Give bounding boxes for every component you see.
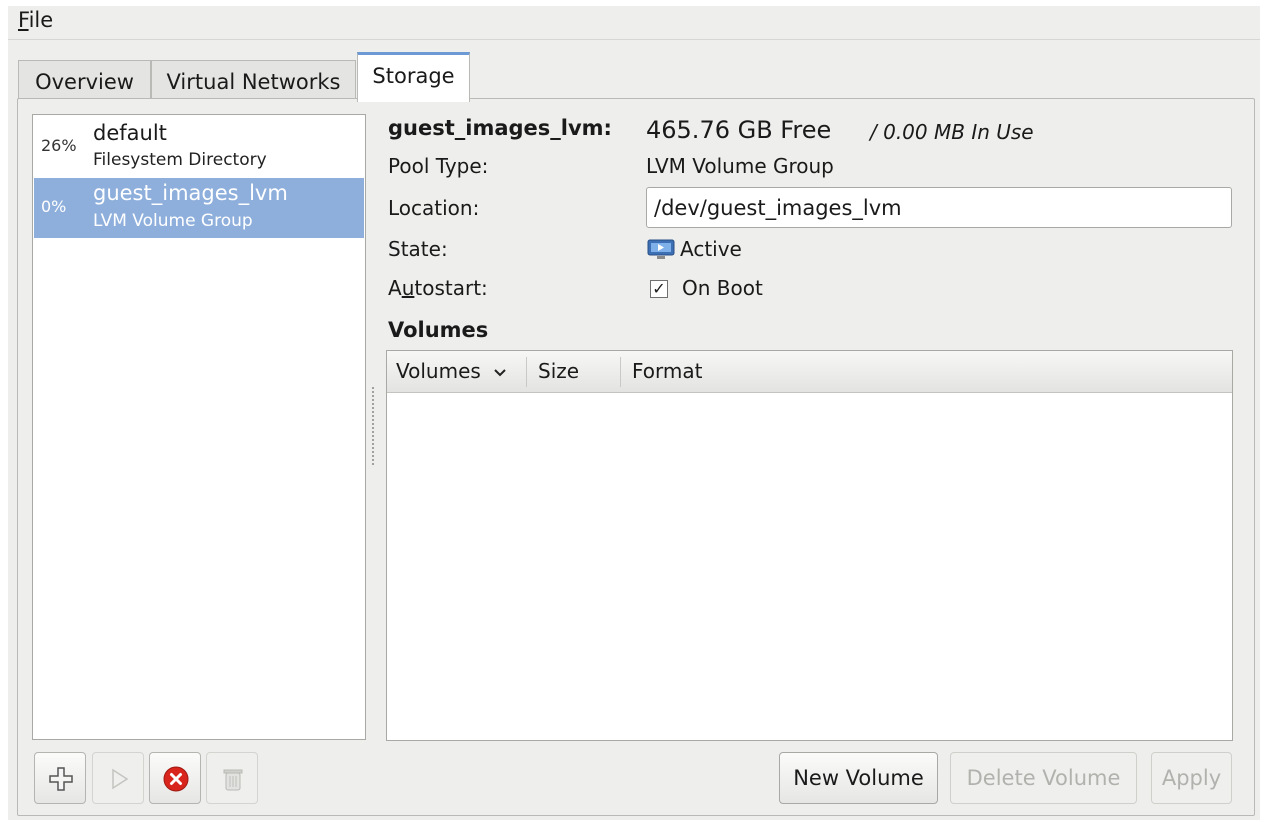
state-label: State:: [388, 237, 448, 261]
pool-usage-percent: 26%: [41, 136, 77, 155]
pool-type: LVM Volume Group: [93, 211, 253, 231]
app-window: File Overview Virtual Networks Storage 2…: [8, 6, 1260, 820]
stop-pool-button[interactable]: [149, 752, 201, 804]
column-header-size[interactable]: Size: [538, 351, 579, 393]
column-header-format[interactable]: Format: [632, 351, 702, 393]
autostart-label: Autostart:: [388, 276, 488, 300]
pool-in-use: / 0.00 MB In Use: [870, 120, 1034, 144]
apply-button[interactable]: Apply: [1151, 752, 1232, 804]
location-field[interactable]: [646, 187, 1232, 228]
volumes-table[interactable]: Volumes Size Format: [386, 350, 1233, 741]
state-value: Active: [680, 237, 742, 261]
pool-type-label: Pool Type:: [388, 154, 489, 178]
pool-usage-percent: 0%: [41, 197, 67, 216]
add-pool-button[interactable]: [34, 752, 86, 804]
pool-name: default: [93, 121, 167, 145]
menubar: File: [8, 6, 1260, 40]
tab-label: Storage: [372, 64, 455, 88]
menu-file[interactable]: File: [12, 8, 59, 32]
new-volume-button[interactable]: New Volume: [779, 752, 938, 804]
pool-type: Filesystem Directory: [93, 150, 267, 170]
column-header-volumes[interactable]: Volumes: [396, 351, 507, 393]
apply-label: Apply: [1161, 766, 1222, 790]
pool-title: guest_images_lvm:: [388, 116, 612, 140]
autostart-label-rest: tostart:: [414, 276, 488, 300]
column-separator: [526, 357, 527, 387]
add-icon: [49, 767, 73, 791]
delete-volume-button[interactable]: Delete Volume: [950, 752, 1137, 804]
trash-icon: [223, 769, 243, 791]
autostart-value: On Boot: [682, 276, 763, 300]
tab-storage[interactable]: Storage: [357, 52, 470, 102]
pool-row-guest-images-lvm[interactable]: 0% guest_images_lvm LVM Volume Group: [34, 178, 364, 238]
delete-pool-button[interactable]: [206, 752, 258, 804]
tab-label: Overview: [35, 70, 134, 94]
pool-type-value: LVM Volume Group: [646, 154, 834, 178]
play-icon: [112, 768, 129, 790]
monitor-active-icon: [647, 239, 675, 261]
stop-icon: [163, 766, 189, 792]
new-volume-label: New Volume: [793, 766, 924, 790]
pool-name: guest_images_lvm: [93, 181, 288, 205]
start-pool-button[interactable]: [92, 752, 144, 804]
column-label: Format: [632, 359, 703, 383]
pane-splitter[interactable]: [371, 386, 375, 466]
autostart-mnemonic: u: [401, 276, 415, 300]
volumes-table-header: Volumes Size Format: [387, 351, 1232, 393]
pool-free-space: 465.76 GB Free: [646, 116, 832, 144]
column-label: Size: [538, 359, 580, 383]
column-separator: [620, 357, 621, 387]
chevron-down-icon: [494, 368, 506, 376]
pool-row-default[interactable]: 26% default Filesystem Directory: [34, 116, 364, 176]
autostart-checkbox[interactable]: ✓: [650, 280, 668, 298]
location-label: Location:: [388, 196, 480, 220]
file-rest: ile: [28, 8, 54, 32]
delete-volume-label: Delete Volume: [966, 766, 1121, 790]
file-mnemonic: F: [18, 8, 29, 32]
autostart-label-a: A: [388, 276, 402, 300]
volumes-section-title: Volumes: [388, 318, 489, 342]
tab-label: Virtual Networks: [166, 70, 341, 94]
column-label: Volumes: [396, 359, 481, 383]
pool-list[interactable]: 26% default Filesystem Directory 0% gues…: [32, 114, 366, 740]
